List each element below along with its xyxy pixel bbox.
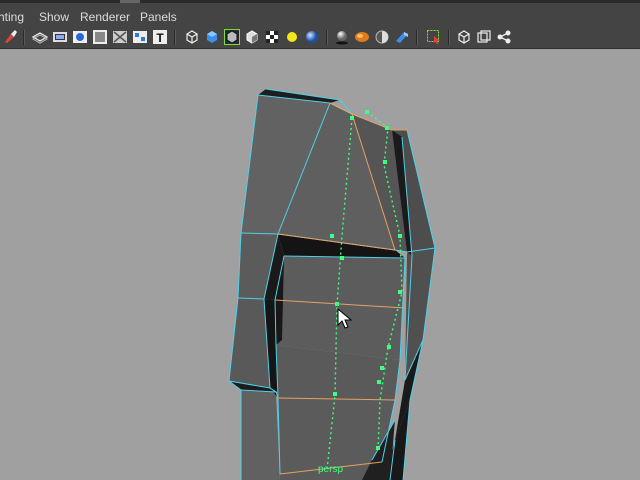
- text-icon-glyph: T: [156, 31, 164, 45]
- film-gate-icon[interactable]: [52, 29, 68, 45]
- brush-icon[interactable]: [2, 29, 18, 45]
- high-quality-icon[interactable]: [354, 29, 370, 45]
- toolbar-separator: [326, 30, 328, 45]
- maya-panel: hting Show Renderer Panels T persp: [0, 0, 640, 480]
- toolbar-separator: [416, 30, 418, 45]
- menu-show[interactable]: Show: [39, 10, 69, 24]
- 3d-viewport[interactable]: persp: [0, 49, 640, 480]
- node-graph-icon[interactable]: [496, 29, 512, 45]
- menu-renderer[interactable]: Renderer: [80, 10, 130, 24]
- backface-cull-icon[interactable]: [394, 29, 410, 45]
- panel-toolbar: T: [0, 26, 640, 49]
- panel-menu-bar: hting Show Renderer Panels: [0, 0, 640, 26]
- safe-action-icon[interactable]: [92, 29, 108, 45]
- xray-icon[interactable]: [374, 29, 390, 45]
- text-icon[interactable]: T: [152, 29, 168, 45]
- safe-title-icon[interactable]: [112, 29, 128, 45]
- toolbar-separator: [448, 30, 450, 45]
- all-lights-icon[interactable]: [304, 29, 320, 45]
- shadows-icon[interactable]: [334, 29, 350, 45]
- camera-name-label: persp: [318, 464, 343, 475]
- panel-top-tab[interactable]: [120, 0, 140, 3]
- flat-shade-icon[interactable]: [244, 29, 260, 45]
- menu-panels[interactable]: Panels: [140, 10, 177, 24]
- textured-icon[interactable]: [264, 29, 280, 45]
- viewport-scene: persp: [228, 88, 436, 480]
- camera-attributes-icon[interactable]: [31, 29, 49, 45]
- xray-joints-icon[interactable]: [456, 29, 472, 45]
- smooth-shade-icon[interactable]: [204, 29, 220, 45]
- isolate-select-icon[interactable]: [426, 29, 442, 45]
- menu-lighting[interactable]: hting: [0, 10, 24, 24]
- default-light-icon[interactable]: [284, 29, 300, 45]
- resolution-gate-icon[interactable]: [72, 29, 88, 45]
- wireframe-on-shaded-icon[interactable]: [224, 29, 240, 45]
- wireframe-icon[interactable]: [184, 29, 200, 45]
- toolbar-separator: [174, 30, 176, 45]
- xray-active-components-icon[interactable]: [476, 29, 492, 45]
- field-chart-icon[interactable]: [132, 29, 148, 45]
- toolbar-separator: [23, 30, 25, 45]
